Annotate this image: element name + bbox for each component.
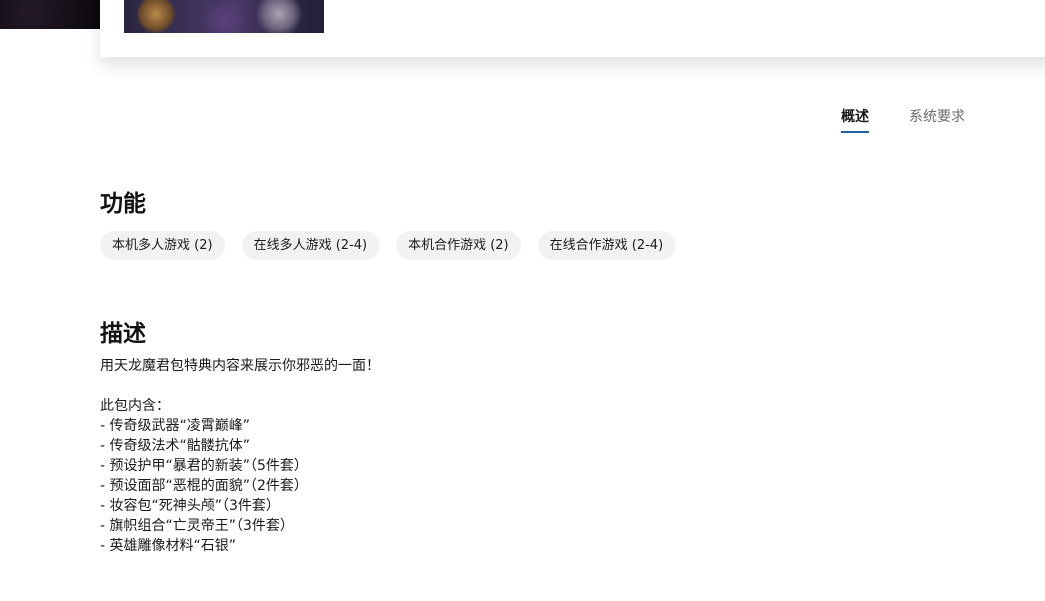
hero-background xyxy=(0,0,102,29)
image-detail xyxy=(194,5,254,33)
feature-chip[interactable]: 本机合作游戏 (2) xyxy=(396,231,521,260)
section-tabs: 概述 系统要求 xyxy=(841,106,965,133)
image-detail xyxy=(254,0,304,33)
product-image[interactable] xyxy=(124,0,324,33)
description-body: 用天龙魔君包特典内容来展示你邪恶的一面！ 此包内含： - 传奇级武器“凌霄巅峰”… xyxy=(100,356,900,556)
list-item: - 英雄雕像材料“石银” xyxy=(100,538,237,554)
description-heading: 描述 xyxy=(100,321,146,347)
tab-system-requirements[interactable]: 系统要求 xyxy=(909,106,965,130)
feature-chip[interactable]: 在线合作游戏 (2-4) xyxy=(537,231,676,260)
list-item: - 预设面部“恶棍的面貌”（2件套） xyxy=(100,478,308,494)
product-page: 概述 系统要求 功能 本机多人游戏 (2) 在线多人游戏 (2-4) 本机合作游… xyxy=(0,0,1045,601)
contents-heading: 此包内含： xyxy=(100,398,170,414)
tab-overview[interactable]: 概述 xyxy=(841,106,869,133)
description-intro: 用天龙魔君包特典内容来展示你邪恶的一面！ xyxy=(100,358,380,374)
list-item: - 预设护甲“暴君的新装”（5件套） xyxy=(100,458,308,474)
feature-chip[interactable]: 在线多人游戏 (2-4) xyxy=(241,231,380,260)
contents-list: - 传奇级武器“凌霄巅峰” - 传奇级法术“骷髅抗体” - 预设护甲“暴君的新装… xyxy=(100,416,900,556)
features-heading: 功能 xyxy=(100,191,146,217)
image-detail xyxy=(136,0,176,33)
list-item: - 传奇级武器“凌霄巅峰” xyxy=(100,418,251,434)
feature-chip[interactable]: 本机多人游戏 (2) xyxy=(100,231,225,260)
feature-chips: 本机多人游戏 (2) 在线多人游戏 (2-4) 本机合作游戏 (2) 在线合作游… xyxy=(100,231,676,260)
list-item: - 旗帜组合“亡灵帝王”（3件套） xyxy=(100,518,294,534)
list-item: - 传奇级法术“骷髅抗体” xyxy=(100,438,251,454)
list-item: - 妆容包“死神头颅”（3件套） xyxy=(100,498,280,514)
